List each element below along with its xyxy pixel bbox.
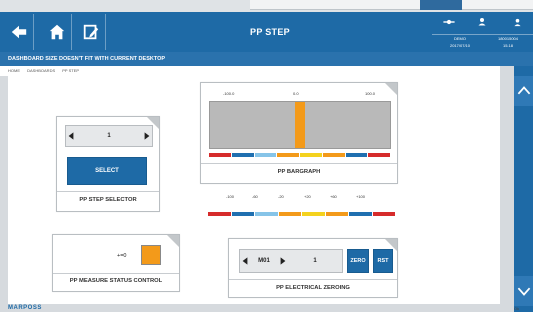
scale-color-segment xyxy=(325,212,348,216)
label-divider xyxy=(57,191,159,192)
measure-status-indicator xyxy=(141,245,161,265)
measure-status-text: +=0 xyxy=(117,253,127,259)
home-button[interactable] xyxy=(42,14,72,50)
footer-status: Ok xyxy=(514,306,520,311)
page-title: PP STEP xyxy=(250,27,290,37)
bargraph-color-segment xyxy=(345,153,368,157)
connection-icon xyxy=(434,15,464,29)
bargraph-widget: -100.0 0.0 100.0 PP BARGRAPH xyxy=(200,82,398,184)
arrow-left-icon xyxy=(11,25,26,39)
step-selector-widget: 1 SELECT PP STEP SELECTOR xyxy=(56,116,160,212)
bargraph-color-segment xyxy=(231,153,254,157)
breadcrumb-current: PP STEP xyxy=(62,68,80,73)
color-scale-widget: -100 -60 -20 +20 +60 +100 xyxy=(208,194,396,226)
zeroing-value: 1 xyxy=(313,258,317,264)
bargraph-color-segment xyxy=(254,153,277,157)
bargraph-tick-max: 100.0 xyxy=(365,91,376,96)
status-area: DEMO 2017/07/10 180015004 15.18 xyxy=(432,12,533,52)
status-date: 2017/07/10 xyxy=(449,43,471,48)
step-selector-title: PP STEP SELECTOR xyxy=(79,197,137,203)
step-value: 1 xyxy=(107,133,111,139)
profile-icon xyxy=(502,15,532,29)
bargraph-tick-zero: 0.0 xyxy=(293,91,299,96)
scale-color-segment xyxy=(231,212,254,216)
scale-tick-label: -60 xyxy=(252,194,258,199)
status-divider xyxy=(432,34,533,35)
bargraph-color-segment xyxy=(322,153,345,157)
reset-button[interactable]: RST xyxy=(373,249,393,273)
background-window-tab xyxy=(420,0,462,10)
triangle-right-icon xyxy=(280,257,286,265)
select-button[interactable]: SELECT xyxy=(67,157,147,185)
step-prev-button[interactable] xyxy=(66,127,76,145)
dashboard-canvas: 1 SELECT PP STEP SELECTOR -100.0 0.0 100… xyxy=(8,76,500,304)
channel-next-button[interactable] xyxy=(278,252,288,270)
scale-color-segment xyxy=(278,212,301,216)
channel-stepper: M01 1 xyxy=(239,249,343,273)
status-time: 15.18 xyxy=(502,43,513,48)
breadcrumb-dashboards[interactable]: DASHBOARDS xyxy=(27,68,55,73)
scale-color-segment xyxy=(372,212,395,216)
scale-color-segment xyxy=(349,212,372,216)
bargraph-tick-min: -100.0 xyxy=(223,91,235,96)
measure-status-title: PP MEASURE STATUS CONTROL xyxy=(69,278,163,284)
triangle-left-icon xyxy=(68,132,74,140)
channel-value: M01 xyxy=(258,258,270,264)
edit-button[interactable] xyxy=(76,14,106,50)
label-divider xyxy=(229,279,397,280)
scale-color-segment xyxy=(302,212,325,216)
measure-status-widget: +=0 PP MEASURE STATUS CONTROL xyxy=(52,234,180,292)
scale-tick-label: -20 xyxy=(278,194,284,199)
bargraph-value-bar xyxy=(295,102,305,148)
status-id: 180015004 xyxy=(497,36,519,41)
background-window xyxy=(250,0,533,10)
user-icon xyxy=(468,15,498,29)
scroll-down-button[interactable] xyxy=(514,276,533,306)
chevron-down-icon xyxy=(517,287,530,296)
electrical-zeroing-widget: M01 1 ZERO RST PP ELECTRICAL ZEROING xyxy=(228,238,398,298)
bargraph-title: PP BARGRAPH xyxy=(277,169,321,175)
breadcrumb: HOME DASHBOARDS PP STEP xyxy=(0,66,500,76)
scale-tick-label: +100 xyxy=(356,194,366,199)
triangle-right-icon xyxy=(144,132,150,140)
chevron-up-icon xyxy=(517,86,530,95)
back-button[interactable] xyxy=(4,14,34,50)
step-next-button[interactable] xyxy=(142,127,152,145)
zeroing-title: PP ELECTRICAL ZEROING xyxy=(276,285,350,291)
breadcrumb-home[interactable]: HOME xyxy=(8,68,20,73)
bargraph-color-segment xyxy=(209,153,231,157)
scale-color-segment xyxy=(208,212,231,216)
triangle-left-icon xyxy=(242,257,248,265)
zero-button[interactable]: ZERO xyxy=(347,249,369,273)
header-bar: PP STEP DEMO 2017/07/10 180015004 15.18 xyxy=(0,12,533,52)
edit-icon xyxy=(83,24,98,40)
label-divider xyxy=(201,163,397,164)
scale-tick-label: +20 xyxy=(304,194,311,199)
step-stepper: 1 xyxy=(65,125,153,147)
label-divider xyxy=(53,273,179,274)
bargraph-color-segment xyxy=(368,153,390,157)
widget-corner xyxy=(385,83,397,95)
scroll-up-button[interactable] xyxy=(514,76,533,106)
warning-banner: DASHBOARD SIZE DOESN'T FIT WITH CURRENT … xyxy=(0,52,533,66)
brand-logo: MARPOSS xyxy=(8,305,42,311)
bargraph-track xyxy=(209,101,391,149)
home-icon xyxy=(49,24,64,40)
bargraph-color-segment xyxy=(277,153,299,157)
scale-tick-label: -100 xyxy=(226,194,235,199)
channel-prev-button[interactable] xyxy=(240,252,250,270)
background-desktop xyxy=(0,0,533,12)
bargraph-color-segment xyxy=(300,153,322,157)
scale-color-segment xyxy=(255,212,278,216)
widget-corner xyxy=(167,235,179,247)
status-user: DEMO xyxy=(454,36,466,41)
scale-tick-label: +60 xyxy=(330,194,337,199)
